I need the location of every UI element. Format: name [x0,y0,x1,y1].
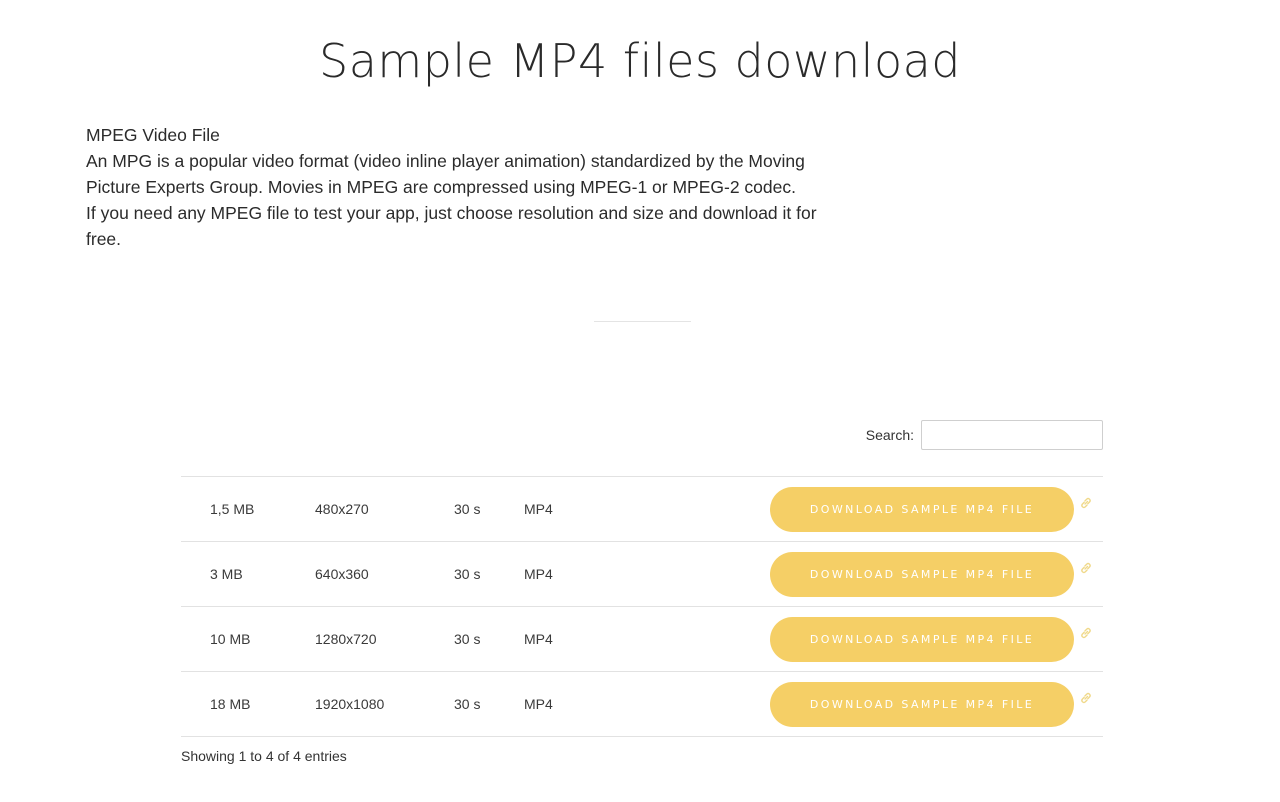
download-cell: DOWNLOAD SAMPLE MP4 FILE [770,672,1103,737]
download-button[interactable]: DOWNLOAD SAMPLE MP4 FILE [770,681,1074,727]
section-divider [594,321,691,322]
sample-files-table: 1,5 MB 480x270 30 s MP4 DOWNLOAD SAMPLE … [181,476,1103,737]
intro-instructions: If you need any MPEG file to test your a… [86,203,817,249]
intro-description: An MPG is a popular video format (video … [86,151,805,197]
download-button[interactable]: DOWNLOAD SAMPLE MP4 FILE [770,551,1074,597]
file-size-cell: 18 MB [210,696,251,712]
resolution-cell: 1920x1080 [315,696,385,712]
intro-text: MPEG Video File An MPG is a popular vide… [86,122,826,252]
download-cell: DOWNLOAD SAMPLE MP4 FILE [770,607,1103,672]
intro-heading: MPEG Video File [86,125,220,145]
table-row: 10 MB 1280x720 30 s MP4 DOWNLOAD SAMPLE … [181,607,1103,672]
file-size-cell: 3 MB [210,566,243,582]
resolution-cell: 480x270 [315,501,369,517]
table-row: 3 MB 640x360 30 s MP4 DOWNLOAD SAMPLE MP… [181,542,1103,607]
format-cell: MP4 [524,631,553,647]
duration-cell: 30 s [454,696,481,712]
format-cell: MP4 [524,566,553,582]
download-cell: DOWNLOAD SAMPLE MP4 FILE [770,477,1103,542]
duration-cell: 30 s [454,501,481,517]
page-title: Sample MP4 files download [319,34,961,88]
table-search: Search: [840,419,1103,451]
link-icon[interactable] [1078,625,1094,641]
format-cell: MP4 [524,696,553,712]
download-button[interactable]: DOWNLOAD SAMPLE MP4 FILE [770,486,1074,532]
format-cell: MP4 [524,501,553,517]
duration-cell: 30 s [454,631,481,647]
table-row: 1,5 MB 480x270 30 s MP4 DOWNLOAD SAMPLE … [181,477,1103,542]
table-info: Showing 1 to 4 of 4 entries [181,748,347,764]
download-cell: DOWNLOAD SAMPLE MP4 FILE [770,542,1103,607]
search-input[interactable] [921,420,1103,450]
resolution-cell: 640x360 [315,566,369,582]
file-size-cell: 1,5 MB [210,501,255,517]
duration-cell: 30 s [454,566,481,582]
table-row: 18 MB 1920x1080 30 s MP4 DOWNLOAD SAMPLE… [181,672,1103,737]
download-button[interactable]: DOWNLOAD SAMPLE MP4 FILE [770,616,1074,662]
file-size-cell: 10 MB [210,631,251,647]
search-label: Search: [865,427,914,443]
link-icon[interactable] [1078,690,1094,706]
link-icon[interactable] [1078,495,1094,511]
link-icon[interactable] [1078,560,1094,576]
resolution-cell: 1280x720 [315,631,377,647]
